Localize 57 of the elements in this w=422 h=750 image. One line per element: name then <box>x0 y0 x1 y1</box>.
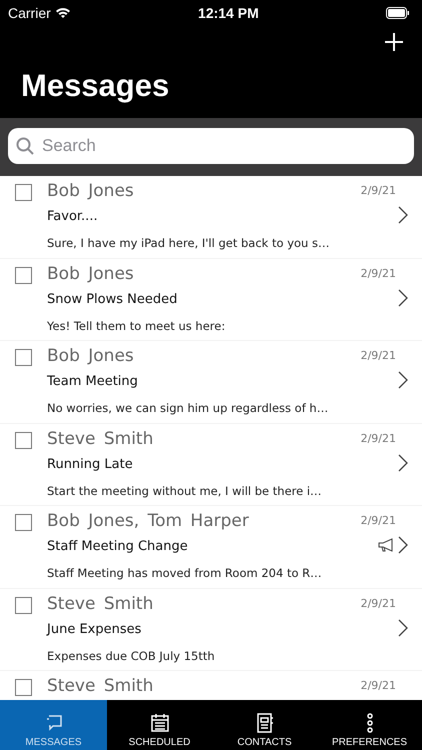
checkbox[interactable] <box>15 184 32 201</box>
calendar-icon <box>150 713 168 733</box>
message-preview: Start the meeting without me, I will be there i… <box>47 482 323 498</box>
message-row[interactable]: Bob Jones, Tom Harper Staff Meeting Change Staff Meeting has moved from Room 204 to R… 2/9/21 <box>0 506 422 588</box>
sender-name: Steve Smith <box>47 428 154 450</box>
message-date: 2/9/21 <box>360 596 396 610</box>
more-icon <box>366 713 374 733</box>
sender-name: Bob Jones <box>47 345 135 368</box>
chevron-right-icon <box>398 536 408 554</box>
message-row[interactable]: Bob Jones Favor.... Sure, I have my iPad here, I'll get back to you s… 2/9/21 <box>0 176 422 258</box>
chevron-right-icon <box>398 454 408 472</box>
message-row[interactable]: Steve Smith Running Late Start the meeting without me, I will be there i… 2/9/21 <box>0 424 422 506</box>
message-date: 2/9/21 <box>360 184 396 197</box>
message-date: 2/9/21 <box>360 514 396 527</box>
checkbox[interactable] <box>15 514 32 531</box>
message-preview: Staff Meeting has moved from Room 204 to R… <box>47 565 323 581</box>
wifi-icon <box>54 7 71 19</box>
message-preview: Expenses due COB July 15tth <box>47 648 216 664</box>
search-icon <box>16 137 34 155</box>
sender-name: Steve Smith <box>47 675 154 698</box>
message-row[interactable]: Steve Smith June Expenses Expenses due COB July 15tth 2/9/21 <box>0 588 422 671</box>
message-row[interactable]: Bob Jones Team Meeting No worries, we can sign him up regardless of h… 2/9/21 <box>0 341 422 424</box>
message-subject: Snow Plows Needed <box>47 290 178 308</box>
sender-name: Bob Jones <box>47 180 135 203</box>
message-row[interactable]: Bob Jones Snow Plows Needed Yes! Tell them to meet us here: 2/9/21 <box>0 258 422 341</box>
tab-bar-item[interactable]: MESSAGES <box>0 700 107 750</box>
add-icon[interactable] <box>384 32 404 52</box>
battery-icon <box>386 7 410 19</box>
checkbox[interactable] <box>15 349 32 366</box>
chevron-right-icon <box>398 371 408 389</box>
message-subject: June Expenses <box>47 620 142 638</box>
carrier-label: Carrier <box>8 5 51 21</box>
message-date: 2/9/21 <box>360 349 396 362</box>
sender-name: Steve Smith <box>47 592 154 616</box>
chevron-right-icon <box>398 618 408 636</box>
contact-book-icon <box>256 713 274 733</box>
message-subject: Staff Meeting Change <box>47 538 189 556</box>
message-preview: Sure, I have my iPad here, I'll get back to you s… <box>47 235 330 251</box>
page-title: Messages <box>21 68 170 104</box>
message-subject: Team Meeting <box>47 373 139 391</box>
sender-name: Bob Jones <box>47 262 135 286</box>
checkbox[interactable] <box>15 432 32 448</box>
checkbox[interactable] <box>15 679 32 696</box>
sender-name: Bob Jones, Tom Harper <box>47 510 250 533</box>
message-date: 2/9/21 <box>360 679 396 692</box>
checkbox[interactable] <box>15 596 32 614</box>
checkbox[interactable] <box>15 266 32 284</box>
chevron-right-icon <box>398 288 408 306</box>
message-subject: Favor.... <box>47 208 99 226</box>
search-field[interactable]: Search <box>8 128 414 164</box>
message-subject: Running Late <box>47 456 134 474</box>
status-time: 12:14 PM <box>198 5 259 21</box>
message-date: 2/9/21 <box>360 266 396 280</box>
message-preview: No worries, we can sign him up regardless of h… <box>47 400 330 416</box>
message-date: 2/9/21 <box>360 432 396 444</box>
chevron-right-icon <box>398 206 408 224</box>
message-preview: Yes! Tell them to meet us here: <box>47 318 226 334</box>
